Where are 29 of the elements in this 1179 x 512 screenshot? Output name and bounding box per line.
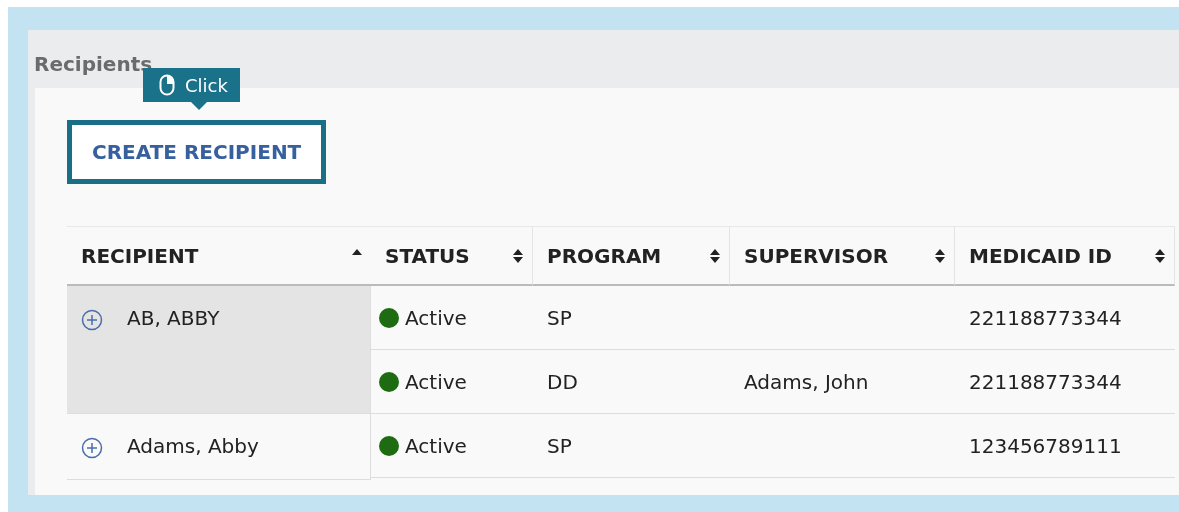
status-label: Active bbox=[405, 305, 467, 330]
recipient-name: Adams, Abby bbox=[127, 434, 259, 458]
create-recipient-button[interactable]: CREATE RECIPIENT bbox=[67, 120, 327, 184]
sort-icon[interactable] bbox=[709, 247, 721, 264]
supervisor-cell: Adams, John bbox=[730, 350, 955, 414]
column-header-label: SUPERVISOR bbox=[744, 243, 889, 268]
recipient-cell[interactable]: Adams, Abby bbox=[67, 414, 371, 480]
column-header-label: PROGRAM bbox=[547, 243, 662, 268]
medicaid-id-cell: 221188773344 bbox=[955, 350, 1175, 414]
sort-icon[interactable] bbox=[934, 247, 946, 264]
recipient-cell[interactable]: AB, ABBY bbox=[67, 286, 371, 414]
sort-icon[interactable] bbox=[1154, 247, 1166, 264]
expand-icon[interactable] bbox=[81, 309, 103, 331]
program-cell: SP bbox=[533, 286, 730, 350]
program-cell: DD bbox=[533, 350, 730, 414]
medicaid-id-cell: 221188773344 bbox=[955, 286, 1175, 350]
tooltip-label: Click bbox=[185, 74, 228, 96]
program-cell: SP bbox=[533, 414, 730, 478]
recipient-name: AB, ABBY bbox=[127, 306, 220, 330]
column-header-label: RECIPIENT bbox=[81, 243, 199, 268]
sort-icon[interactable] bbox=[512, 247, 524, 264]
medicaid-id-cell: 123456789111 bbox=[955, 414, 1175, 478]
status-label: Active bbox=[405, 433, 467, 458]
page-title: Recipients bbox=[34, 52, 153, 76]
mouse-icon bbox=[159, 74, 175, 96]
column-header-label: MEDICAID ID bbox=[969, 243, 1112, 268]
column-header-label: STATUS bbox=[385, 243, 470, 268]
expand-icon[interactable] bbox=[81, 437, 103, 459]
status-label: Active bbox=[405, 369, 467, 394]
